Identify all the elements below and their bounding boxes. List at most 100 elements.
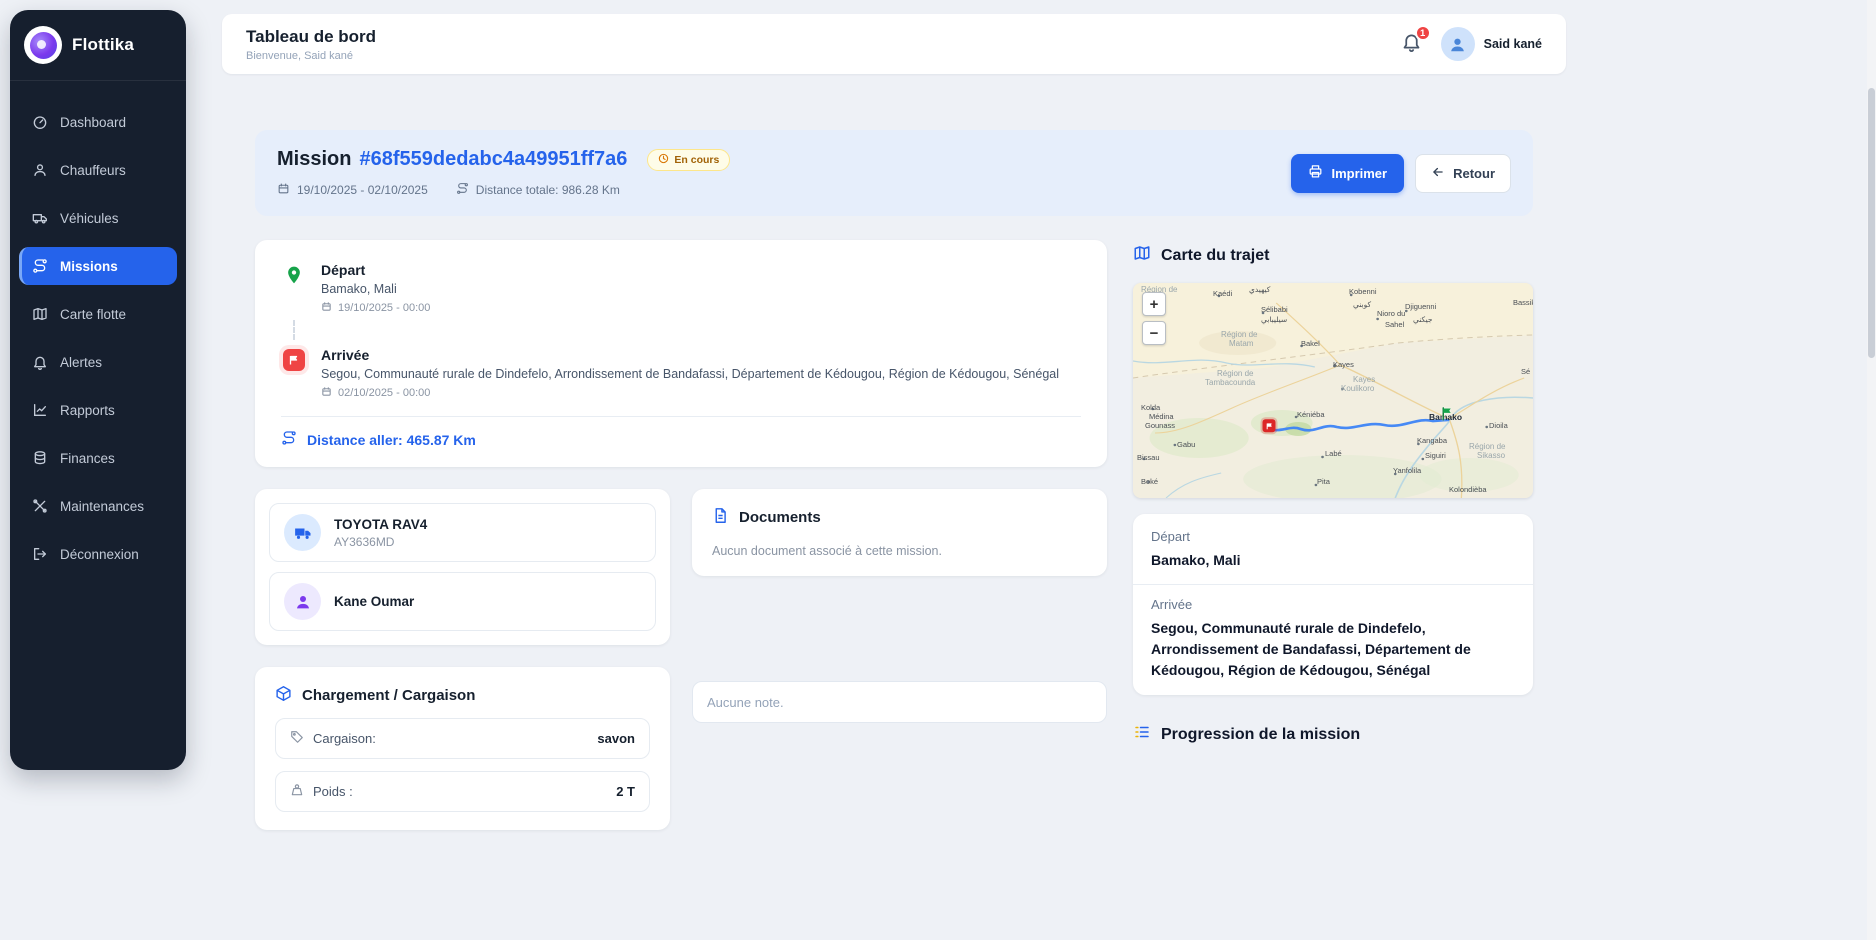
sidebar-item-label: Carte flotte xyxy=(60,307,126,322)
map-label: Bakel xyxy=(1301,339,1320,348)
cargo-weight-row: Poids : 2 T xyxy=(275,771,650,812)
calendar-icon xyxy=(321,386,332,400)
sidebar-item-finances[interactable]: Finances xyxy=(19,439,177,477)
vehicle-name: TOYOTA RAV4 xyxy=(334,517,427,532)
documents-title-row: Documents xyxy=(712,507,1087,528)
depart-city: Bamako, Mali xyxy=(321,282,430,296)
vehicles-icon xyxy=(32,210,48,226)
drivers-icon xyxy=(32,162,48,178)
sidebar-item-rapports[interactable]: Rapports xyxy=(19,391,177,429)
profile-button[interactable]: Said kané xyxy=(1441,27,1542,61)
maintenance-icon xyxy=(32,498,48,514)
status-badge-label: En cours xyxy=(674,154,719,166)
map-destination-marker xyxy=(1263,419,1276,432)
driver-row: Kane Oumar xyxy=(269,572,656,631)
cargo-title: Chargement / Cargaison xyxy=(302,687,475,704)
print-button[interactable]: Imprimer xyxy=(1291,154,1404,193)
package-icon xyxy=(275,685,292,706)
sidebar-item-alertes[interactable]: Alertes xyxy=(19,343,177,381)
arrivee-stop: Arrivée Segou, Communauté rurale de Dind… xyxy=(281,347,1081,400)
map-label: Kobenni xyxy=(1349,287,1377,296)
cargo-weight-value: 2 T xyxy=(616,784,635,799)
sidebar-item-carte-flotte[interactable]: Carte flotte xyxy=(19,295,177,333)
route-icon xyxy=(281,430,297,449)
cargo-type-label: Cargaison: xyxy=(313,731,376,746)
map-start-flag-marker xyxy=(1440,406,1455,426)
depart-stop: Départ Bamako, Mali 19/10/2025 - 00:00 xyxy=(281,262,1081,315)
map-zoom-out-button[interactable]: − xyxy=(1142,321,1166,345)
sidebar-item-dashboard[interactable]: Dashboard xyxy=(19,103,177,141)
route-icon xyxy=(456,182,469,198)
arrow-left-icon xyxy=(1431,165,1445,182)
map-label: Pita xyxy=(1317,477,1330,486)
sidebar-nav: Dashboard Chauffeurs Véhicules Missions xyxy=(10,81,186,573)
welcome-text: Bienvenue, Said kané xyxy=(246,50,376,62)
note-input[interactable] xyxy=(692,681,1107,723)
sidebar-item-chauffeurs[interactable]: Chauffeurs xyxy=(19,151,177,189)
dashboard-icon xyxy=(32,114,48,130)
sidebar-item-vehicules[interactable]: Véhicules xyxy=(19,199,177,237)
sidebar-item-label: Chauffeurs xyxy=(60,163,126,178)
route-summary-card: Départ Bamako, Mali Arrivée Segou, Commu… xyxy=(1133,514,1533,695)
progress-title: Progression de la mission xyxy=(1161,726,1360,744)
sidebar-item-missions[interactable]: Missions xyxy=(19,247,177,285)
right-column: Carte du trajet xyxy=(1133,240,1533,762)
summary-depart-label: Départ xyxy=(1151,529,1515,544)
left-column: Départ Bamako, Mali 19/10/2025 - 00:00 xyxy=(255,240,1107,830)
mission-id: #68f559dedabc4a49951ff7a6 xyxy=(359,148,627,171)
map-label: Siguiri xyxy=(1425,451,1446,460)
distance-aller: Distance aller: 465.87 Km xyxy=(281,430,1081,449)
cargo-card: Chargement / Cargaison Cargaison: savon xyxy=(255,667,670,830)
documents-card: Documents Aucun document associé à cette… xyxy=(692,489,1107,576)
cargo-type-row: Cargaison: savon xyxy=(275,718,650,759)
arrivee-label: Arrivée xyxy=(321,347,1059,363)
back-button[interactable]: Retour xyxy=(1415,154,1511,193)
cargo-type-value: savon xyxy=(597,731,635,746)
route-map[interactable]: Région deKaédiكيهيديKobenniكوبنيBassikSé… xyxy=(1133,283,1533,498)
map-label: Gounass xyxy=(1145,421,1175,430)
calendar-icon xyxy=(277,182,290,198)
sidebar-item-label: Alertes xyxy=(60,355,102,370)
arrivee-address: Segou, Communauté rurale de Dindefelo, A… xyxy=(321,367,1059,381)
map-label: Bassik xyxy=(1513,298,1533,307)
scrollbar-thumb[interactable] xyxy=(1868,88,1875,358)
mission-actions: Imprimer Retour xyxy=(1291,154,1511,193)
sidebar-item-label: Finances xyxy=(60,451,115,466)
logout-icon xyxy=(32,546,48,562)
summary-depart-value: Bamako, Mali xyxy=(1151,550,1515,571)
app-logo[interactable]: Flottika xyxy=(10,10,186,81)
map-label: Sé xyxy=(1521,367,1530,376)
sidebar-item-maintenances[interactable]: Maintenances xyxy=(19,487,177,525)
map-label: Kayes xyxy=(1333,360,1354,369)
main-area: Tableau de bord Bienvenue, Said kané 1 S… xyxy=(222,0,1566,830)
cargo-title-row: Chargement / Cargaison xyxy=(275,685,650,706)
fleet-map-icon xyxy=(32,306,48,322)
map-label: كيهيدي xyxy=(1249,285,1270,294)
mission-header-card: Mission #68f559dedabc4a49951ff7a6 En cou… xyxy=(255,130,1533,216)
map-label: كوبني xyxy=(1353,300,1371,309)
notifications-button[interactable]: 1 xyxy=(1399,31,1425,57)
app-logo-text: Flottika xyxy=(72,35,134,55)
note-wrap xyxy=(692,667,1107,723)
viewport: Flottika Dashboard Chauffeurs Véhicules xyxy=(0,0,1876,940)
map-label: Tambacounda xyxy=(1205,378,1255,387)
calendar-icon xyxy=(321,301,332,315)
arrivee-flag-icon xyxy=(281,347,307,373)
document-icon xyxy=(712,507,729,528)
vehicle-row: TOYOTA RAV4 AY3636MD xyxy=(269,503,656,562)
map-zoom-in-button[interactable]: + xyxy=(1142,292,1166,316)
vehicle-driver-card: TOYOTA RAV4 AY3636MD Kane Oumar xyxy=(255,489,670,645)
sidebar-item-deconnexion[interactable]: Déconnexion xyxy=(19,535,177,573)
route-card: Départ Bamako, Mali 19/10/2025 - 00:00 xyxy=(255,240,1107,467)
sidebar-item-label: Véhicules xyxy=(60,211,119,226)
map-zoom-controls: + − xyxy=(1142,292,1166,345)
map-label: Gabu xyxy=(1177,440,1195,449)
progress-title-row: Progression de la mission xyxy=(1133,723,1533,746)
depart-pin-icon xyxy=(281,262,307,288)
driver-name: Kane Oumar xyxy=(334,594,414,609)
reports-icon xyxy=(32,402,48,418)
alerts-icon xyxy=(32,354,48,370)
map-title-row: Carte du trajet xyxy=(1133,244,1533,267)
map-label: Koulikoro xyxy=(1341,384,1374,393)
documents-empty-text: Aucun document associé à cette mission. xyxy=(712,544,1087,558)
